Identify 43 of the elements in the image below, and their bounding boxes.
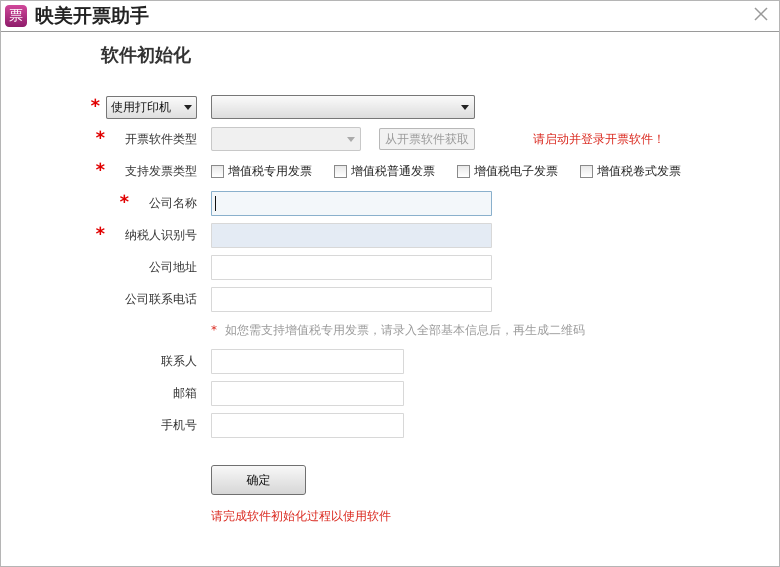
field-label: 邮箱 [173,385,197,402]
required-mark: * [90,98,100,116]
printer-dropdown[interactable] [211,95,475,119]
field-label: 公司名称 [149,195,197,212]
required-mark: * [96,162,105,180]
dropdown-caret-icon [461,104,469,110]
checkbox[interactable] [580,164,593,178]
page-heading: 软件初始化 [101,44,192,68]
field-label: 开票软件类型 [125,131,197,148]
field-label: 手机号 [161,417,197,434]
mode-dropdown[interactable]: 使用打印机 [106,96,197,118]
checkbox-label: 增值税专用发票 [228,163,312,180]
note-mark: * [211,322,217,339]
checkbox-label: 增值税卷式发票 [597,163,681,180]
checkbox-label: 增值税普通发票 [351,163,435,180]
checkbox-label: 增值税电子发票 [474,163,558,180]
required-mark: * [96,226,105,244]
checkbox[interactable] [211,164,224,178]
input-field[interactable] [211,254,492,280]
field-label: 联系人 [161,353,197,370]
input-field[interactable] [211,286,492,312]
error-message: 请完成软件初始化过程以使用软件 [211,508,392,525]
field-label: 公司地址 [149,259,197,276]
field-label: 支持发票类型 [125,163,197,180]
checkbox[interactable] [457,164,470,178]
dropdown-caret-icon [184,104,192,110]
confirm-button[interactable]: 确定 [211,465,306,495]
warning-message: 请启动并登录开票软件！ [533,131,665,148]
hint-text: 如您需支持增值税专用发票，请录入全部基本信息后，再生成二维码 [225,322,585,339]
app-logo-icon: 票 [5,5,27,27]
input-field[interactable] [211,380,404,406]
close-icon [753,6,769,22]
input-field[interactable] [211,412,404,438]
window-title: 映美开票助手 [35,4,149,29]
field-label: 公司联系电话 [125,291,197,308]
required-mark: * [120,194,129,212]
input-field[interactable] [211,190,492,216]
input-field[interactable] [211,348,404,374]
checkbox[interactable] [334,164,347,178]
software-type-dropdown[interactable] [211,127,361,151]
dropdown-caret-icon [347,136,355,142]
required-mark: * [96,130,105,148]
field-label: 纳税人识别号 [125,227,197,244]
